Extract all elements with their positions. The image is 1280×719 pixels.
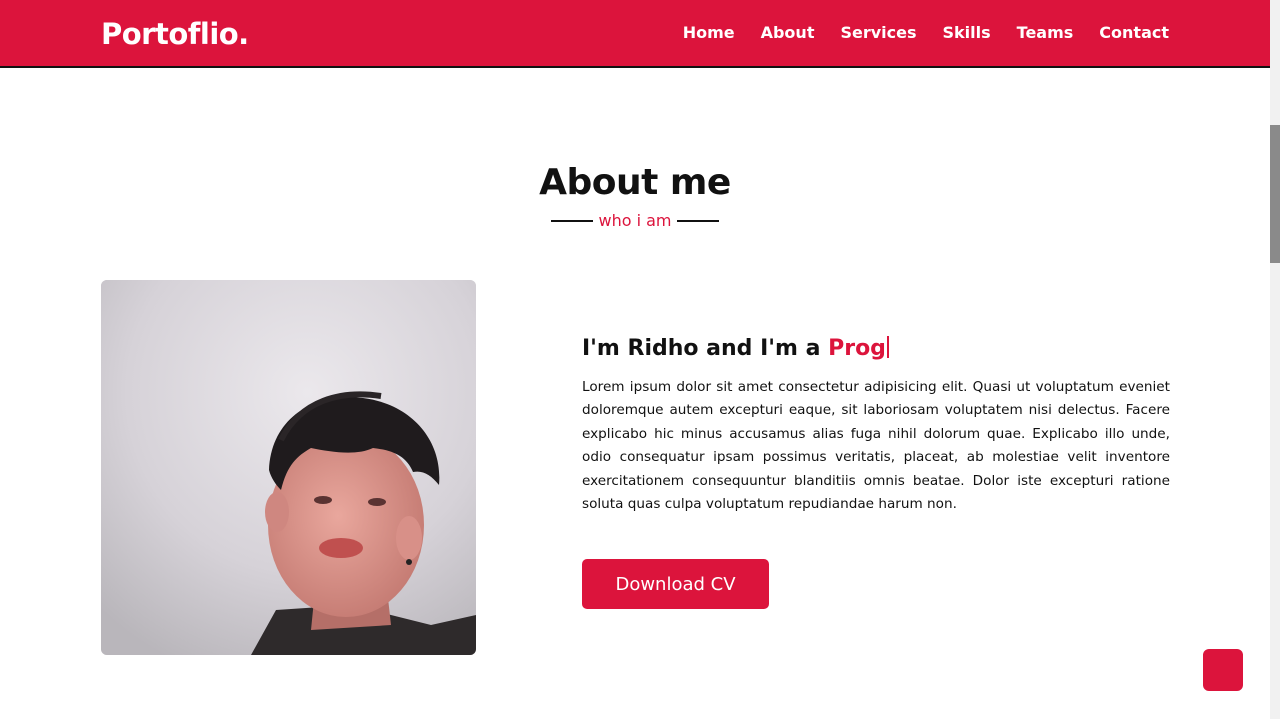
about-heading: I'm Ridho and I'm a Prog bbox=[582, 334, 889, 364]
profile-photo bbox=[101, 280, 476, 655]
about-paragraph: Lorem ipsum dolor sit amet consectetur a… bbox=[582, 379, 1170, 513]
navbar: Portoflio. Home About Services Skills Te… bbox=[0, 0, 1270, 68]
download-cv-button[interactable]: Download CV bbox=[582, 559, 769, 609]
nav-link-home[interactable]: Home bbox=[683, 22, 735, 44]
section-subtitle: who i am bbox=[598, 211, 672, 230]
section-subtitle-wrap: who i am bbox=[551, 209, 719, 233]
subtitle-line-left bbox=[551, 220, 594, 222]
nav-link-skills[interactable]: Skills bbox=[943, 22, 991, 44]
page: Portoflio. Home About Services Skills Te… bbox=[0, 0, 1270, 719]
scrollbar-thumb[interactable] bbox=[1270, 125, 1280, 263]
page-scrollbar[interactable] bbox=[1270, 0, 1280, 719]
scroll-up-button[interactable] bbox=[1203, 649, 1243, 691]
nav-link-teams[interactable]: Teams bbox=[1017, 22, 1074, 44]
nav-link-contact[interactable]: Contact bbox=[1099, 22, 1169, 44]
typed-text: Prog bbox=[828, 336, 886, 361]
section-title: About me bbox=[539, 162, 731, 203]
about-heading-prefix: I'm Ridho and I'm a bbox=[582, 336, 829, 361]
typing-cursor bbox=[886, 336, 889, 358]
nav-link-services[interactable]: Services bbox=[840, 22, 916, 44]
subtitle-line-right bbox=[676, 220, 719, 222]
site-logo[interactable]: Portoflio. bbox=[101, 14, 249, 54]
nav-menu: Home About Services Skills Teams Contact bbox=[657, 22, 1169, 44]
nav-link-about[interactable]: About bbox=[761, 22, 815, 44]
